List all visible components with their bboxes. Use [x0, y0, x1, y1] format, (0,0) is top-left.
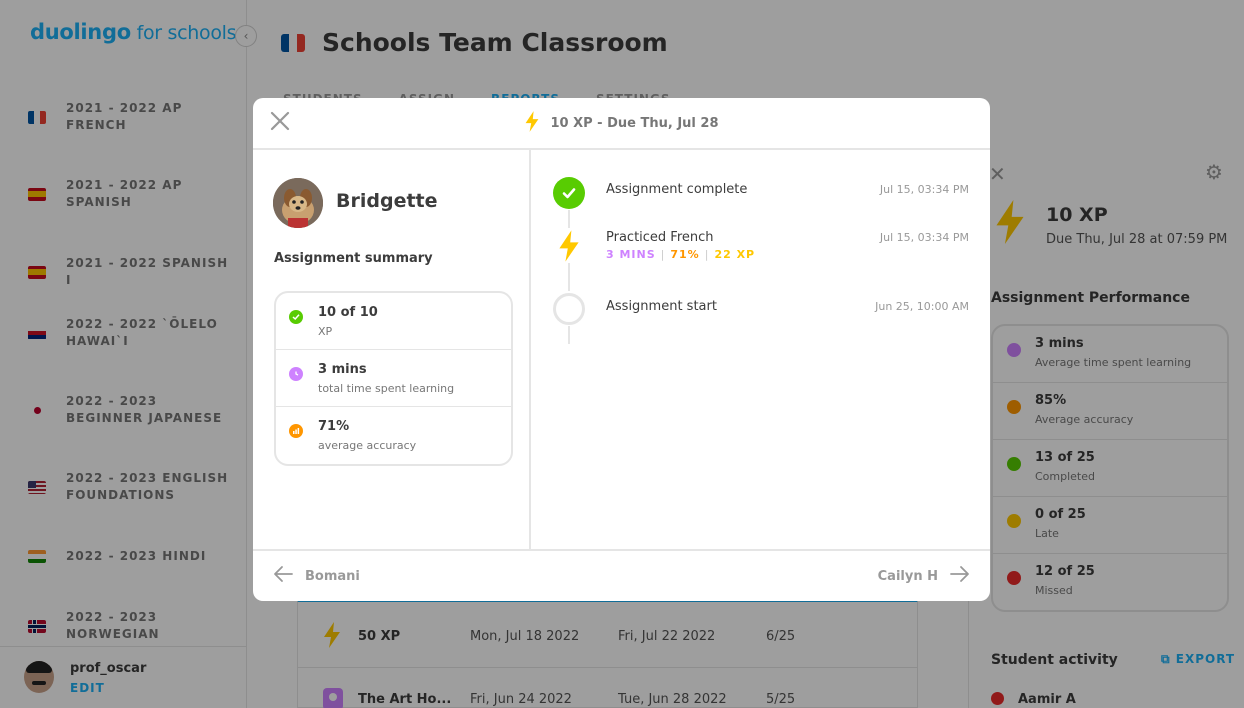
check-icon [289, 310, 303, 324]
timeline-event-time: Jul 15, 03:34 PM [879, 231, 969, 244]
close-icon[interactable] [267, 108, 293, 134]
summary-value: 3 mins [318, 362, 367, 377]
summary-value: 71% [318, 419, 350, 434]
student-name: Bridgette [336, 190, 438, 212]
accuracy-icon [289, 424, 303, 438]
modal-title-text: 10 XP - Due Thu, Jul 28 [550, 115, 719, 131]
modal-title: 10 XP - Due Thu, Jul 28 [253, 98, 990, 148]
stat-xp: 22 XP [714, 248, 756, 261]
timeline-event-label: Assignment start [606, 299, 717, 314]
clock-icon [289, 367, 303, 381]
timeline-connector [568, 263, 570, 291]
previous-student-button[interactable]: Bomani [273, 565, 360, 587]
timeline-event-label: Assignment complete [606, 182, 748, 197]
summary-label: average accuracy [318, 439, 417, 452]
summary-value: 10 of 10 [318, 305, 378, 320]
stat-minutes: 3 MINS [606, 248, 656, 261]
summary-heading: Assignment summary [274, 251, 433, 266]
practice-stats: 3 MINS | 71% | 22 XP [606, 248, 756, 261]
student-assignment-modal: 10 XP - Due Thu, Jul 28 Bridgette Assign… [253, 98, 990, 601]
check-circle-icon [553, 177, 585, 209]
modal-footer: Bomani Cailyn H [253, 549, 990, 601]
timeline-event-time: Jun 25, 10:00 AM [875, 300, 969, 313]
lightning-bolt-icon [553, 230, 585, 262]
modal-header: 10 XP - Due Thu, Jul 28 [253, 98, 990, 150]
timeline-event-time: Jul 15, 03:34 PM [879, 183, 969, 196]
summary-accuracy: 71% average accuracy [276, 407, 511, 464]
arrow-right-icon [950, 565, 970, 587]
empty-circle-icon [553, 293, 585, 325]
lightning-bolt-icon [524, 110, 540, 136]
next-student-name: Cailyn H [877, 568, 938, 584]
summary-xp: 10 of 10 XP [276, 293, 511, 350]
avatar [273, 178, 323, 228]
summary-label: total time spent learning [318, 382, 455, 395]
timeline-connector [568, 210, 570, 228]
timeline-connector [568, 326, 570, 344]
arrow-left-icon [273, 565, 293, 587]
activity-timeline: Assignment complete Jul 15, 03:34 PM Pra… [533, 150, 990, 549]
summary-time: 3 mins total time spent learning [276, 350, 511, 407]
summary-label: XP [318, 325, 333, 338]
timeline-event-label: Practiced French [606, 230, 714, 245]
previous-student-name: Bomani [305, 568, 360, 584]
student-summary-panel: Bridgette Assignment summary 10 of 10 XP… [253, 150, 531, 549]
summary-box: 10 of 10 XP 3 mins total time spent lear… [274, 291, 513, 466]
next-student-button[interactable]: Cailyn H [878, 565, 970, 587]
stat-accuracy: 71% [670, 248, 700, 261]
